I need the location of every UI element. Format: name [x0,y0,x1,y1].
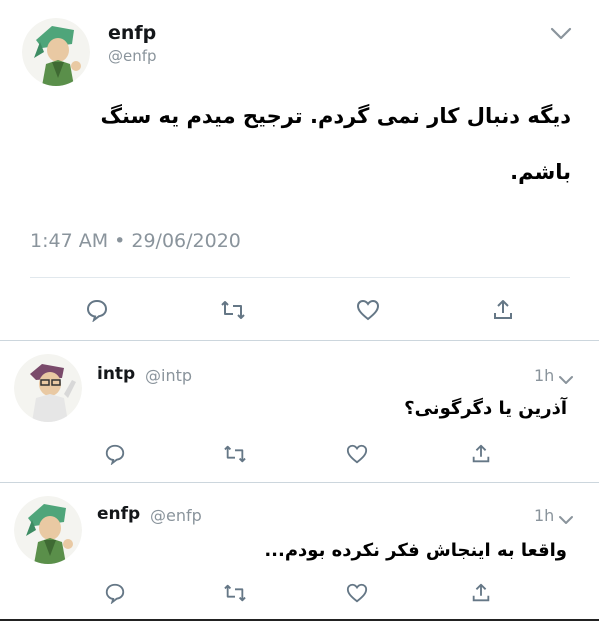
retweet-icon[interactable] [220,297,246,323]
divider [0,340,599,341]
reply-display-name[interactable]: intp [97,364,135,384]
share-icon[interactable] [468,580,494,606]
chevron-down-icon[interactable] [550,26,572,45]
main-tweet-avatar[interactable] [22,18,90,86]
reply-time[interactable]: 1h [534,506,554,525]
like-icon[interactable] [344,441,370,467]
reply-display-name[interactable]: enfp [97,504,140,524]
chevron-down-icon[interactable] [558,370,574,389]
reply-icon[interactable] [84,297,110,323]
main-tweet-text-line-2: باشم. [510,160,571,184]
reply-icon[interactable] [102,441,128,467]
reply-icon[interactable] [102,580,128,606]
main-tweet-handle[interactable]: @enfp [108,47,157,65]
retweet-icon[interactable] [222,580,248,606]
main-tweet-display-name[interactable]: enfp [108,22,156,44]
reply-handle[interactable]: @intp [145,366,192,385]
reply-avatar[interactable] [14,354,82,422]
like-icon[interactable] [355,297,381,323]
divider [0,482,599,483]
share-icon[interactable] [490,297,516,323]
like-icon[interactable] [344,580,370,606]
main-tweet-timestamp[interactable]: 1:47 AM • 29/06/2020 [30,230,241,252]
reply-handle[interactable]: @enfp [150,506,202,525]
reply-text: واقعا به اینجاش فکر نکرده بودم... [264,540,567,561]
reply-avatar[interactable] [14,496,82,564]
retweet-icon[interactable] [222,441,248,467]
main-tweet-text-line-1: دیگه دنبال کار نمی گردم. ترجیح میدم یه س… [100,104,572,128]
reply-time[interactable]: 1h [534,366,554,385]
share-icon[interactable] [468,441,494,467]
reply-text: آذرین یا دگرگونی؟ [404,398,567,419]
chevron-down-icon[interactable] [558,510,574,529]
divider [30,277,570,278]
